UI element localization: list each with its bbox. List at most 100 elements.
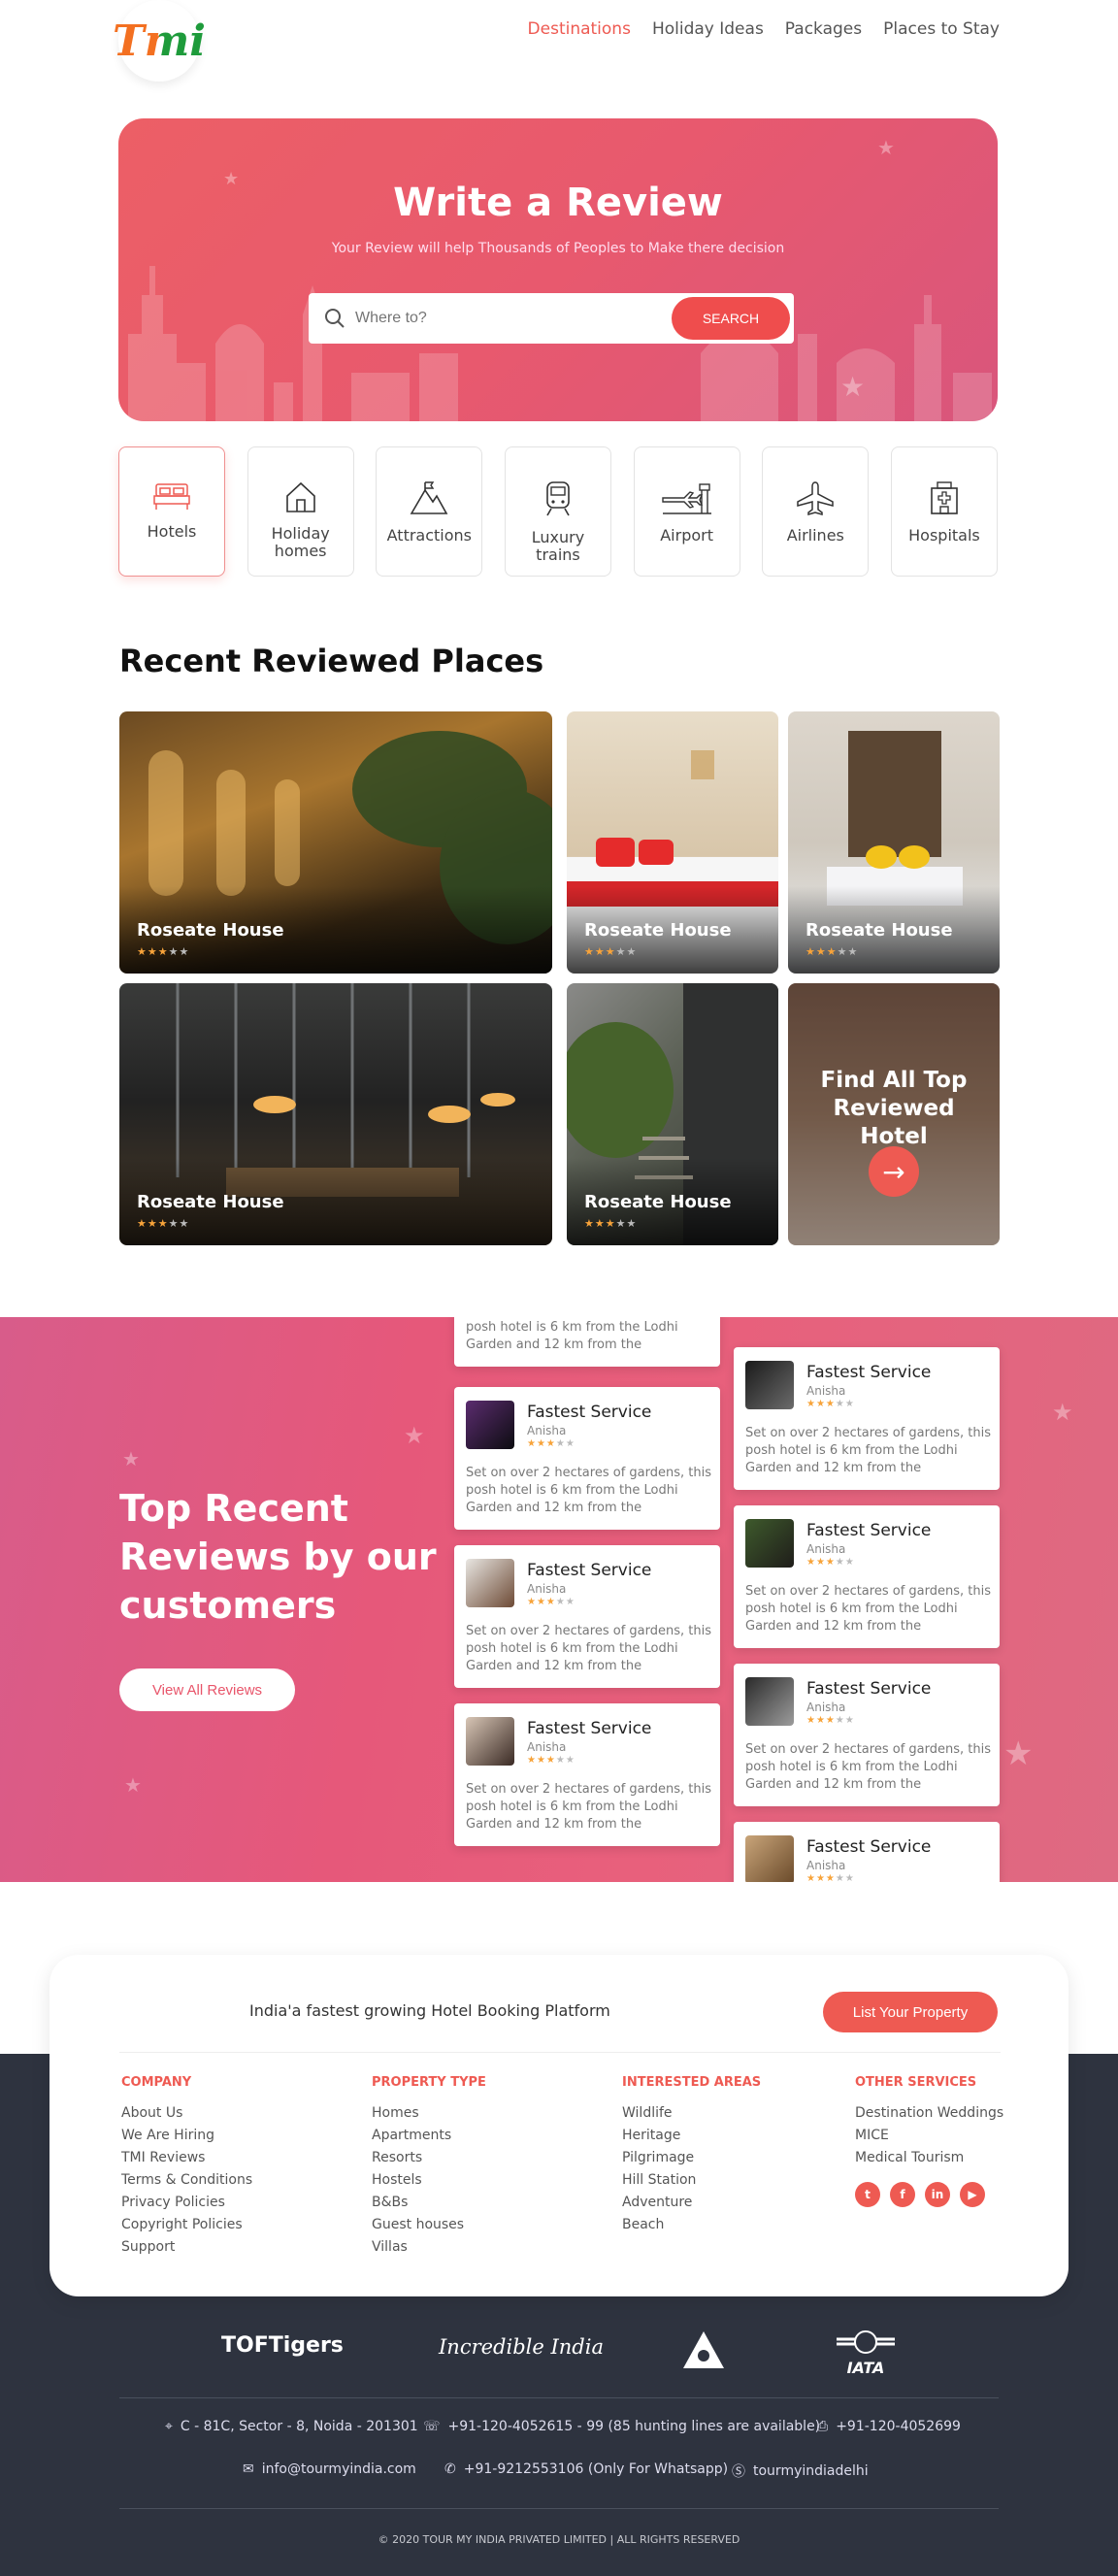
footer-card: India'a fastest growing Hotel Booking Pl… — [49, 1955, 1069, 2296]
youtube-icon[interactable]: ▶ — [960, 2182, 985, 2207]
place-card[interactable]: Roseate House ★★★★★ — [119, 711, 552, 974]
footer-link[interactable]: Privacy Policies — [121, 2195, 252, 2217]
search-button[interactable]: SEARCH — [672, 297, 790, 340]
avatar — [745, 1835, 794, 1882]
review-card[interactable]: Fastest Service Anisha ★★★★★ Set on over… — [454, 1387, 720, 1530]
contact-whatsapp[interactable]: ✆ +91-9212553106 (Only For Whatsapp) — [444, 2461, 728, 2477]
twitter-icon[interactable]: t — [855, 2182, 880, 2207]
footer-link[interactable]: Support — [121, 2239, 252, 2262]
footer-link[interactable]: Apartments — [372, 2128, 486, 2150]
main-nav: Destinations Holiday Ideas Packages Plac… — [528, 19, 1000, 39]
category-hotels[interactable]: Hotels — [118, 446, 225, 577]
review-text: Set on over 2 hectares of gardens, this … — [745, 1584, 991, 1634]
contact-fax[interactable]: ⎙ +91-120-4052699 — [817, 2419, 961, 2434]
place-name: Roseate House — [137, 1192, 284, 1212]
review-user: Anisha — [806, 1384, 846, 1398]
star-decoration: ★ — [1003, 1734, 1034, 1773]
arrow-right-icon[interactable]: → — [869, 1146, 919, 1197]
footer-link[interactable]: Terms & Conditions — [121, 2172, 252, 2195]
contact-address: ⌖ C - 81C, Sector - 8, Noida - 201301 — [165, 2419, 418, 2434]
avatar — [745, 1519, 794, 1568]
contact-skype[interactable]: Ⓢtourmyindiadelhi — [732, 2461, 869, 2481]
phone-icon: ☏ — [423, 2419, 441, 2434]
review-card[interactable]: Fastest Service Anisha ★★★★★ Set on over… — [454, 1545, 720, 1688]
review-card[interactable]: Fastest Service Anisha ★★★★★ Set on over… — [734, 1347, 1000, 1490]
airplane-icon — [797, 481, 835, 515]
footer-link[interactable]: Resorts — [372, 2150, 486, 2172]
footer-link[interactable]: Heritage — [622, 2128, 761, 2150]
contact-phone[interactable]: ☏ +91-120-4052615 - 99 (85 hunting lines … — [423, 2419, 820, 2434]
footer-link[interactable]: TMI Reviews — [121, 2150, 252, 2172]
review-title: Fastest Service — [806, 1837, 932, 1857]
nav-places-to-stay[interactable]: Places to Stay — [883, 19, 1000, 39]
category-holiday-homes[interactable]: Holiday homes — [247, 446, 354, 577]
list-property-button[interactable]: List Your Property — [823, 1992, 998, 2032]
category-hospitals[interactable]: Hospitals — [890, 446, 998, 577]
footer-link[interactable]: Adventure — [622, 2195, 761, 2217]
reviews-section: ★ ★ ★ ★ ★ Top Recent Reviews by our cust… — [0, 1317, 1118, 1882]
review-text: Set on over 2 hectares of gardens, this … — [745, 1742, 991, 1792]
review-card[interactable]: Fastest Service Anisha ★★★★★ Set on over… — [454, 1703, 720, 1846]
place-card[interactable]: Roseate House ★★★★★ — [788, 711, 1000, 974]
footer-link[interactable]: Hostels — [372, 2172, 486, 2195]
footer-link[interactable]: Copyright Policies — [121, 2217, 252, 2239]
footer-link[interactable]: MICE — [855, 2128, 1003, 2150]
site-logo[interactable]: Tmi — [113, 0, 206, 82]
linkedin-icon[interactable]: in — [925, 2182, 950, 2207]
contact-email[interactable]: ✉ info@tourmyindia.com — [243, 2461, 416, 2477]
place-card[interactable]: Roseate House ★★★★★ — [119, 983, 552, 1245]
hero-title: Write a Review — [393, 181, 723, 225]
footer-link[interactable]: Wildlife — [622, 2105, 761, 2128]
footer-link[interactable]: We Are Hiring — [121, 2128, 252, 2150]
footer-link[interactable]: B&Bs — [372, 2195, 486, 2217]
review-user: Anisha — [527, 1424, 567, 1437]
footer-link[interactable]: Destination Weddings — [855, 2105, 1003, 2128]
footer-link[interactable]: Beach — [622, 2217, 761, 2239]
footer-link[interactable]: Medical Tourism — [855, 2150, 1003, 2172]
column-heading: COMPANY — [121, 2075, 192, 2090]
review-user: Anisha — [806, 1542, 846, 1556]
partner-iata-logo: IATA — [835, 2329, 897, 2377]
place-card[interactable]: Roseate House ★★★★★ — [567, 983, 778, 1245]
nav-packages[interactable]: Packages — [785, 19, 862, 39]
reviews-title: Top Recent Reviews by our customers — [119, 1487, 437, 1627]
review-title: Fastest Service — [806, 1679, 932, 1699]
partner-toftigers-logo: TOFTigers — [221, 2333, 344, 2358]
review-title: Fastest Service — [527, 1403, 652, 1422]
footer-link[interactable]: Hill Station — [622, 2172, 761, 2195]
star-rating: ★★★★★ — [806, 945, 859, 958]
location-pin-icon: ⌖ — [165, 2419, 173, 2434]
review-card[interactable]: Set on over 2 hectares of gardens, this … — [454, 1317, 720, 1367]
hospital-icon — [931, 481, 958, 514]
category-label: Holiday homes — [271, 524, 330, 560]
category-luxury-trains[interactable]: Luxury trains — [504, 446, 611, 577]
star-rating: ★★★★★ — [527, 1438, 575, 1449]
facebook-icon[interactable]: f — [890, 2182, 915, 2207]
footer-link[interactable]: Guest houses — [372, 2217, 486, 2239]
mountain-flag-icon — [410, 481, 448, 514]
footer-link[interactable]: Homes — [372, 2105, 486, 2128]
footer-column-property-type: PROPERTY TYPE Homes Apartments Resorts H… — [372, 2075, 486, 2262]
review-card[interactable]: Fastest Service Anisha ★★★★★ Set on over… — [734, 1505, 1000, 1648]
social-links: t f in ▶ — [855, 2182, 1003, 2207]
category-airport[interactable]: Airport — [633, 446, 740, 577]
nav-destinations[interactable]: Destinations — [528, 19, 631, 39]
category-airlines[interactable]: Airlines — [762, 446, 870, 577]
find-all-card[interactable]: Find All Top Reviewed Hotel → — [788, 983, 1000, 1245]
star-rating: ★★★★★ — [584, 945, 638, 958]
review-card[interactable]: Fastest Service Anisha ★★★★★ — [734, 1822, 1000, 1882]
nav-holiday-ideas[interactable]: Holiday Ideas — [652, 19, 764, 39]
section-title-recent: Recent Reviewed Places — [119, 643, 544, 679]
place-card[interactable]: Roseate House ★★★★★ — [567, 711, 778, 974]
search-input[interactable] — [355, 310, 646, 327]
footer-link[interactable]: Villas — [372, 2239, 486, 2262]
review-card[interactable]: Fastest Service Anisha ★★★★★ Set on over… — [734, 1664, 1000, 1806]
footer-link[interactable]: About Us — [121, 2105, 252, 2128]
star-rating: ★★★★★ — [806, 1557, 855, 1568]
category-attractions[interactable]: Attractions — [376, 446, 483, 577]
star-decoration: ★ — [124, 1773, 142, 1797]
star-rating: ★★★★★ — [137, 1217, 190, 1230]
avatar — [466, 1717, 514, 1766]
footer-link[interactable]: Pilgrimage — [622, 2150, 761, 2172]
view-all-reviews-button[interactable]: View All Reviews — [119, 1668, 295, 1711]
